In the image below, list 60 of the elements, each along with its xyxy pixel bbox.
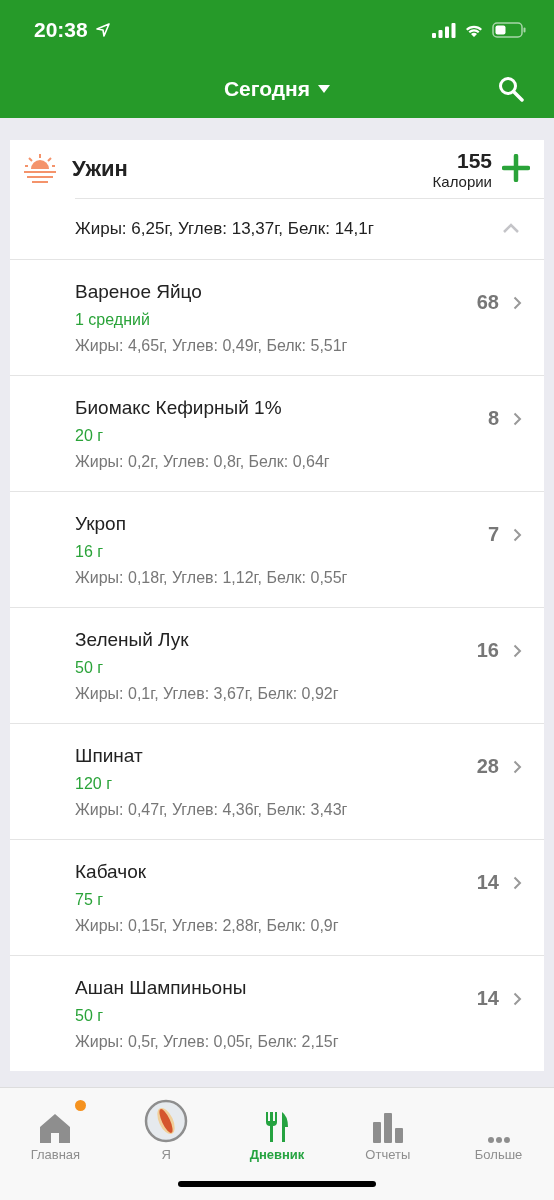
chevron-right-icon (513, 295, 522, 310)
food-portion: 50 г (75, 1006, 105, 1025)
food-row[interactable]: Кабачок 75 г Жиры: 0,15г, Углев: 2,88г, Белк: 0,9г 14 (10, 839, 544, 955)
food-row[interactable]: Вареное Яйцо 1 средний Жиры: 4,65г, Углев: 0,49г, Белк: 5,51г 68 (10, 259, 544, 375)
food-row[interactable]: Ашан Шампиньоны 50 г Жиры: 0,5г, Углев: 0,05г, Белк: 2,15г 14 (10, 955, 544, 1071)
food-portion: 20 г (75, 426, 105, 445)
food-calories: 7 (487, 523, 499, 546)
more-icon (487, 1137, 510, 1143)
food-row[interactable]: Шпинат 120 г Жиры: 0,47г, Углев: 4,36г, Белк: 3,43г 28 (10, 723, 544, 839)
food-row[interactable]: Биомакс Кефирный 1% 20 г Жиры: 0,2г, Углев: 0,8г, Белк: 0,64г 8 (10, 375, 544, 491)
food-portion: 16 г (75, 542, 105, 561)
food-row[interactable]: Укроп 16 г Жиры: 0,18г, Углев: 1,12г, Белк: 0,55г 7 (10, 491, 544, 607)
food-macros: Жиры: 0,15г, Углев: 2,88г, Белк: 0,9г (75, 916, 340, 935)
chevron-right-icon (513, 527, 522, 542)
food-row[interactable]: Зеленый Лук 50 г Жиры: 0,1г, Углев: 3,67г, Белк: 0,92г 16 (10, 607, 544, 723)
add-food-button[interactable] (502, 153, 530, 185)
food-macros: Жиры: 0,5г, Углев: 0,05г, Белк: 2,15г (75, 1032, 340, 1051)
search-button[interactable] (498, 76, 524, 105)
fork-knife-icon (265, 1111, 289, 1143)
food-name: Биомакс Кефирный 1% (75, 396, 283, 419)
food-calories: 16 (476, 639, 499, 662)
sunset-icon (24, 154, 56, 184)
caret-icon (318, 85, 331, 93)
food-name: Шпинат (75, 744, 144, 767)
food-calories: 28 (476, 755, 499, 778)
chevron-right-icon (513, 991, 522, 1006)
meal-calories: 155 (456, 148, 492, 173)
food-macros: Жиры: 0,47г, Углев: 4,36г, Белк: 3,43г (75, 800, 349, 819)
chevron-right-icon (513, 759, 522, 774)
food-name: Ашан Шампиньоны (75, 976, 248, 999)
food-name: Укроп (75, 512, 127, 535)
food-calories: 14 (476, 987, 499, 1010)
battery-icon (492, 22, 526, 38)
location-arrow-icon (95, 23, 110, 37)
food-name: Вареное Яйцо (75, 280, 203, 303)
bar-chart-icon (372, 1113, 403, 1143)
food-name: Зеленый Лук (75, 628, 190, 651)
chevron-right-icon (513, 411, 522, 426)
food-macros: Жиры: 4,65г, Углев: 0,49г, Белк: 5,51г (75, 336, 349, 355)
date-dropdown[interactable]: Сегодня (223, 77, 331, 101)
food-macros: Жиры: 0,18г, Углев: 1,12г, Белк: 0,55г (75, 568, 349, 587)
food-portion: 50 г (75, 658, 105, 677)
food-macros: Жиры: 0,2г, Углев: 0,8г, Белк: 0,64г (75, 452, 331, 471)
food-calories: 68 (476, 291, 499, 314)
food-calories: 8 (487, 407, 499, 430)
food-calories: 14 (476, 871, 499, 894)
food-portion: 120 г (75, 774, 113, 793)
chevron-right-icon (513, 643, 522, 658)
hotdog-icon (144, 1099, 189, 1143)
meal-title: Ужин (72, 156, 129, 182)
food-portion: 1 средний (75, 310, 151, 329)
status-time: 20:38 (34, 18, 88, 42)
chevron-right-icon (513, 875, 522, 890)
food-name: Кабачок (75, 860, 147, 883)
food-portion: 75 г (75, 890, 105, 909)
meal-macros: Жиры: 6,25г, Углев: 13,37г, Белк: 14,1г (75, 219, 374, 239)
calories-label: Калории (432, 172, 492, 190)
home-icon (39, 1113, 72, 1143)
food-macros: Жиры: 0,1г, Углев: 3,67г, Белк: 0,92г (75, 684, 340, 703)
signal-icon (432, 22, 456, 38)
